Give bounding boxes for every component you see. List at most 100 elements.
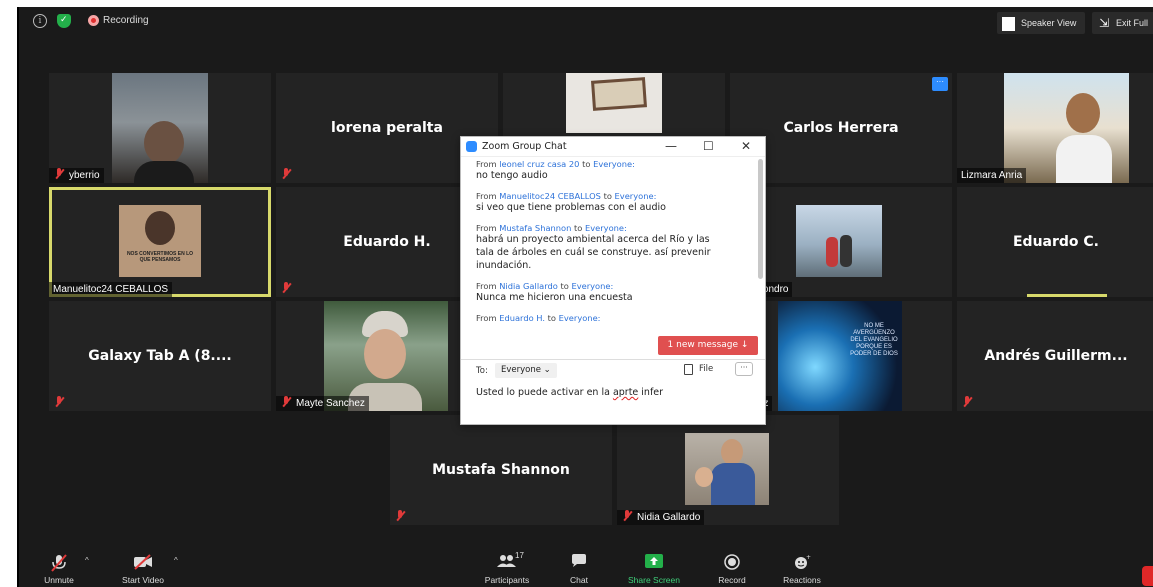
chat-message: From Eduardo H. to Everyone: — [476, 313, 601, 323]
participant-tile-mustafa[interactable]: Mustafa Shannon — [390, 415, 612, 525]
mic-muted-icon — [962, 396, 972, 408]
participant-video — [112, 73, 208, 183]
mic-muted-icon — [54, 168, 64, 180]
recipient-name[interactable]: Everyone: — [585, 223, 627, 233]
sender-name[interactable]: leonel cruz casa 20 — [499, 159, 579, 169]
speaker-view-label: Speaker View — [1021, 18, 1077, 28]
participant-name: Mustafa Shannon — [432, 462, 570, 478]
participant-video: NOS CONVERTIMOS EN LO QUE PENSAMOS — [119, 205, 201, 277]
start-video-label: Start Video — [122, 575, 164, 585]
recording-label: Recording — [103, 15, 149, 26]
participants-icon — [497, 555, 516, 567]
chevron-up-icon[interactable]: ^ — [85, 556, 89, 565]
message-text: no tengo audio — [476, 170, 548, 181]
unmute-label: Unmute — [44, 575, 74, 585]
chat-titlebar[interactable]: Zoom Group Chat — ☐ ✕ — [461, 137, 765, 157]
unmute-button[interactable]: Unmute — [31, 548, 87, 587]
top-bar: i Recording Speaker View Exit Full — [19, 7, 1153, 37]
participant-tile-yberrio[interactable]: yberrio — [49, 73, 271, 183]
participants-button[interactable]: 17 Participants — [475, 548, 539, 587]
chat-message: From Mustafa Shannon to Everyone: habrá … — [476, 223, 761, 272]
chat-message: From leonel cruz casa 20 to Everyone: no… — [476, 159, 761, 182]
participant-video — [566, 73, 662, 133]
zoom-group-chat-window[interactable]: Zoom Group Chat — ☐ ✕ From leonel cruz c… — [460, 136, 766, 425]
participants-label: Participants — [484, 575, 530, 585]
mic-muted-icon — [281, 168, 291, 180]
meeting-toolbar: Unmute ^ Start Video ^ 17 Participants C… — [19, 548, 1153, 587]
sender-name[interactable]: Nidia Gallardo — [499, 281, 558, 291]
mic-muted-icon — [51, 554, 67, 572]
participant-name: Manuelitoc24 CEBALLOS — [49, 282, 173, 297]
recipient-name[interactable]: Everyone: — [559, 313, 601, 323]
participant-video — [685, 433, 769, 505]
mic-muted-icon — [281, 396, 291, 408]
message-text: habrá un proyecto ambiental acerca del R… — [476, 234, 711, 271]
participant-name: Galaxy Tab A (8.... — [88, 348, 232, 364]
more-options-icon[interactable]: ··· — [932, 77, 948, 91]
participant-video — [324, 301, 448, 411]
share-screen-button[interactable]: Share Screen — [617, 548, 691, 587]
participant-tile-eduardo-c[interactable]: Eduardo C. — [957, 187, 1153, 297]
reactions-icon: + — [795, 554, 811, 569]
maximize-button[interactable]: ☐ — [703, 139, 714, 153]
video-off-icon — [134, 554, 152, 570]
file-button[interactable]: File — [699, 364, 713, 374]
participant-tile-manuelito[interactable]: NOS CONVERTIMOS EN LO QUE PENSAMOS Manue… — [49, 187, 271, 297]
start-video-button[interactable]: Start Video — [107, 548, 179, 587]
misspelled-word: aprte — [612, 387, 639, 398]
recipient-name[interactable]: Everyone: — [615, 191, 657, 201]
close-button[interactable]: ✕ — [741, 139, 751, 153]
participant-name: yberrio — [49, 168, 104, 183]
chat-message-list[interactable]: From leonel cruz casa 20 to Everyone: no… — [461, 159, 761, 355]
chat-scrollbar[interactable] — [758, 159, 763, 279]
participant-video — [1004, 73, 1129, 183]
speaker-view-button[interactable]: Speaker View — [997, 12, 1085, 34]
participant-name: Nidia Gallardo — [617, 510, 705, 525]
zoom-logo-icon — [466, 141, 477, 152]
end-meeting-button[interactable] — [1142, 566, 1153, 586]
sender-name[interactable]: Manuelitoc24 CEBALLOS — [499, 191, 601, 201]
minimize-button[interactable]: — — [665, 139, 677, 153]
info-icon[interactable]: i — [33, 14, 47, 28]
sender-name[interactable]: Eduardo H. — [499, 313, 545, 323]
chat-label: Chat — [570, 575, 588, 585]
video-banner-text: NO ME AVERGÜENZO DEL EVANGELIO PORQUE ES… — [850, 323, 898, 357]
video-banner-text: NOS CONVERTIMOS EN LO QUE PENSAMOS — [126, 251, 194, 263]
mic-muted-icon — [395, 510, 405, 522]
chat-title: Zoom Group Chat — [482, 141, 567, 152]
participant-tile-galaxy[interactable]: Galaxy Tab A (8.... — [49, 301, 271, 411]
participant-name: Eduardo C. — [1012, 234, 1099, 250]
message-text: si veo que tiene problemas con el audio — [476, 202, 666, 213]
to-label: To: — [476, 366, 488, 376]
reactions-button[interactable]: + Reactions — [775, 548, 829, 587]
new-message-button[interactable]: 1 new message ↓ — [658, 336, 758, 355]
share-screen-icon — [645, 554, 663, 568]
record-button[interactable]: Record — [709, 548, 755, 587]
exit-fullscreen-button[interactable]: Exit Full — [1092, 12, 1153, 34]
record-label: Record — [718, 575, 746, 585]
shield-icon[interactable] — [57, 14, 71, 28]
participant-tile-andres[interactable]: Andrés Guillerm... — [957, 301, 1153, 411]
record-icon — [724, 554, 740, 570]
participant-name: Lizmara Anria — [957, 168, 1027, 183]
participant-name: lorena peralta — [331, 120, 443, 136]
chevron-up-icon[interactable]: ^ — [174, 556, 178, 565]
more-options-button[interactable]: ··· — [735, 362, 753, 376]
file-icon[interactable] — [684, 364, 693, 375]
participant-tile-lizmara[interactable]: Lizmara Anria — [957, 73, 1153, 183]
recipient-name[interactable]: Everyone: — [593, 159, 635, 169]
chat-message: From Manuelitoc24 CEBALLOS to Everyone: … — [476, 191, 761, 214]
zoom-meeting-window: i Recording Speaker View Exit Full yberr… — [17, 7, 1153, 587]
participant-name: Carlos Herrera — [783, 120, 899, 136]
participant-tile-nidia[interactable]: Nidia Gallardo — [617, 415, 839, 525]
recipient-name[interactable]: Everyone: — [571, 281, 613, 291]
exit-full-label: Exit Full — [1116, 18, 1149, 28]
reactions-label: Reactions — [783, 575, 821, 585]
sender-name[interactable]: Mustafa Shannon — [499, 223, 571, 233]
recipient-dropdown[interactable]: Everyone ⌄ — [495, 363, 557, 378]
chat-message-input[interactable]: Usted lo puede activar en la aprte infer — [476, 387, 756, 398]
svg-text:+: + — [806, 554, 811, 561]
chat-button[interactable]: Chat — [559, 548, 599, 587]
mic-muted-icon — [622, 510, 632, 522]
chat-icon — [572, 554, 586, 567]
